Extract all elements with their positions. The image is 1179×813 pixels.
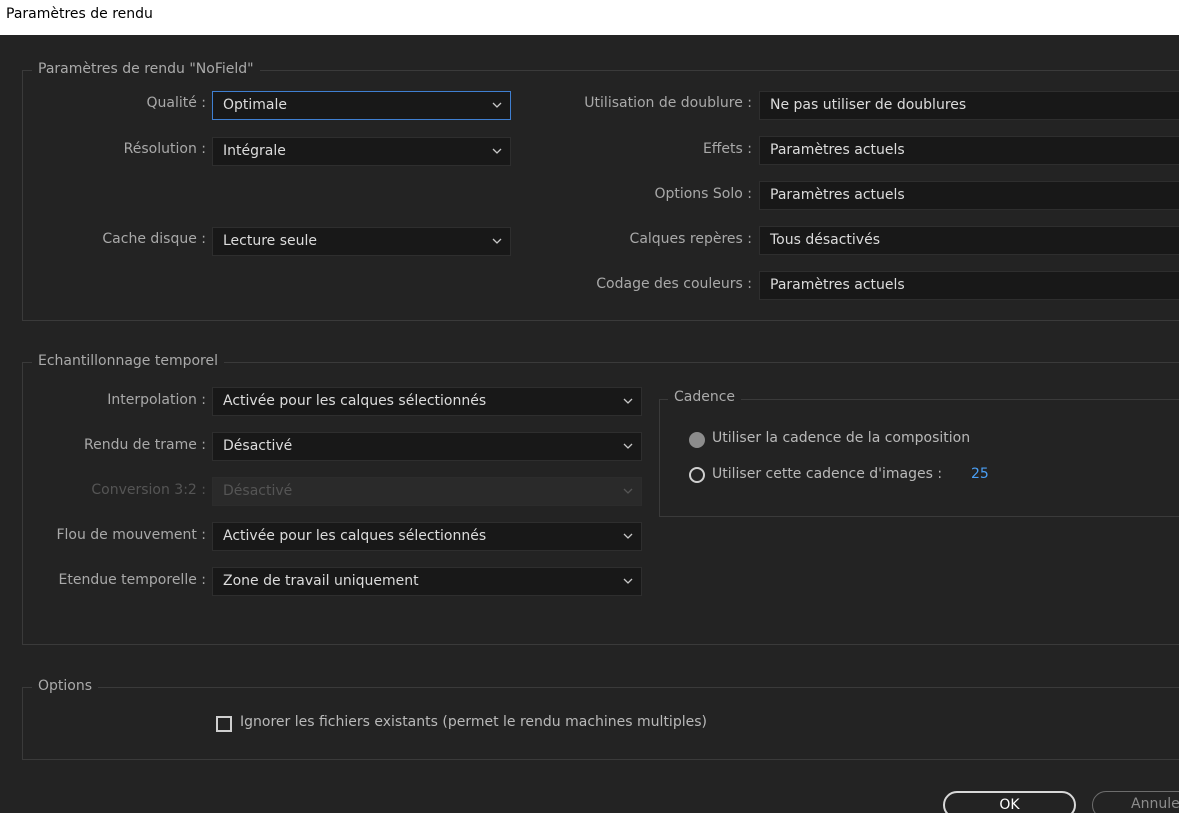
- pulldown-value: Désactivé: [223, 483, 293, 499]
- effects-select[interactable]: Paramètres actuels: [759, 136, 1179, 165]
- color-depth-value: Paramètres actuels: [770, 277, 905, 293]
- motion-blur-select[interactable]: Activée pour les calques sélectionnés: [212, 522, 642, 551]
- disk-cache-label: Cache disque :: [102, 231, 206, 247]
- skip-existing-checkbox[interactable]: [216, 716, 232, 732]
- options-group-title: Options: [32, 678, 99, 694]
- field-render-label: Rendu de trame :: [84, 437, 206, 453]
- frame-blending-label: Interpolation :: [107, 392, 206, 408]
- effects-label: Effets :: [702, 141, 752, 157]
- window-title: Paramètres de rendu: [6, 6, 153, 22]
- time-span-select[interactable]: Zone de travail uniquement: [212, 567, 642, 596]
- solo-select[interactable]: Paramètres actuels: [759, 181, 1179, 210]
- title-bar: Paramètres de rendu: [0, 0, 1179, 35]
- frame-rate-group: [659, 399, 1179, 517]
- time-span-value: Zone de travail uniquement: [223, 573, 419, 589]
- guide-layers-label: Calques repères :: [629, 231, 752, 247]
- quality-value: Optimale: [223, 97, 288, 113]
- proxy-use-value: Ne pas utiliser de doublures: [770, 97, 967, 113]
- color-depth-label: Codage des couleurs :: [596, 276, 752, 292]
- time-span-label: Etendue temporelle :: [58, 572, 206, 588]
- time-sampling-group-title: Echantillonnage temporel: [32, 353, 225, 369]
- proxy-use-label: Utilisation de doublure :: [584, 95, 752, 111]
- chevron-down-icon: [623, 443, 633, 449]
- skip-existing-label: Ignorer les fichiers existants (permet l…: [240, 714, 707, 730]
- chevron-down-icon: [623, 488, 633, 494]
- ok-button[interactable]: OK: [943, 791, 1076, 813]
- render-settings-dialog: Paramètres de rendu "NoField" Qualité : …: [0, 35, 1179, 813]
- frame-rate-group-title: Cadence: [668, 389, 742, 405]
- render-settings-group-title: Paramètres de rendu "NoField": [32, 61, 260, 77]
- quality-label: Qualité :: [146, 95, 206, 111]
- chevron-down-icon: [492, 102, 502, 108]
- resolution-select[interactable]: Intégrale: [212, 137, 511, 166]
- effects-value: Paramètres actuels: [770, 142, 905, 158]
- proxy-use-select[interactable]: Ne pas utiliser de doublures: [759, 91, 1179, 120]
- field-render-value: Désactivé: [223, 438, 293, 454]
- chevron-down-icon: [492, 148, 502, 154]
- pulldown-select: Désactivé: [212, 477, 642, 506]
- chevron-down-icon: [623, 533, 633, 539]
- motion-blur-value: Activée pour les calques sélectionnés: [223, 528, 487, 544]
- solo-label: Options Solo :: [654, 186, 752, 202]
- pulldown-label: Conversion 3:2 :: [91, 482, 206, 498]
- frame-blending-value: Activée pour les calques sélectionnés: [223, 393, 487, 409]
- chevron-down-icon: [492, 238, 502, 244]
- guide-layers-select[interactable]: Tous désactivés: [759, 226, 1179, 255]
- use-comp-frame-rate-radio[interactable]: [689, 432, 705, 448]
- use-this-frame-rate-radio[interactable]: [689, 467, 705, 483]
- chevron-down-icon: [623, 578, 633, 584]
- resolution-label: Résolution :: [123, 141, 206, 157]
- use-this-frame-rate-label: Utiliser cette cadence d'images :: [712, 466, 943, 482]
- use-comp-frame-rate-label: Utiliser la cadence de la composition: [712, 430, 971, 446]
- cancel-button[interactable]: Annule: [1092, 791, 1179, 813]
- chevron-down-icon: [623, 398, 633, 404]
- solo-value: Paramètres actuels: [770, 187, 905, 203]
- frame-blending-select[interactable]: Activée pour les calques sélectionnés: [212, 387, 642, 416]
- disk-cache-value: Lecture seule: [223, 233, 318, 249]
- motion-blur-label: Flou de mouvement :: [56, 527, 206, 543]
- guide-layers-value: Tous désactivés: [770, 232, 880, 248]
- field-render-select[interactable]: Désactivé: [212, 432, 642, 461]
- quality-select[interactable]: Optimale: [212, 91, 511, 120]
- resolution-value: Intégrale: [223, 143, 286, 159]
- color-depth-select[interactable]: Paramètres actuels: [759, 271, 1179, 300]
- frame-rate-value[interactable]: 25: [971, 466, 989, 482]
- disk-cache-select[interactable]: Lecture seule: [212, 227, 511, 256]
